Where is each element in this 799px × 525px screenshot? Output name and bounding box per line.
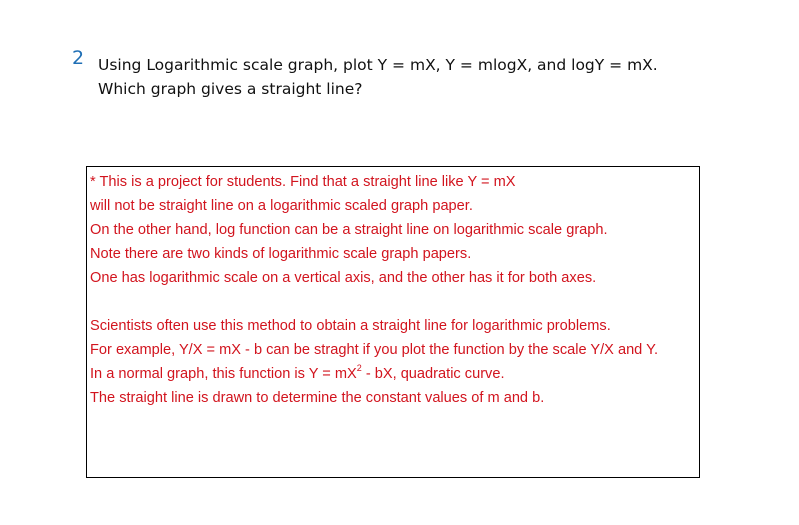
note-line-9: The straight line is drawn to determine … xyxy=(90,390,545,406)
question-line-2: Which graph gives a straight line? xyxy=(98,80,363,98)
exponent: 2 xyxy=(356,363,362,374)
note-line-1: * This is a project for students. Find t… xyxy=(90,174,516,190)
question-text: Using Logarithmic scale graph, plot Y = … xyxy=(98,53,718,101)
question-line-1: Using Logarithmic scale graph, plot Y = … xyxy=(98,56,658,74)
note-box: * This is a project for students. Find t… xyxy=(86,166,700,478)
quadratic-suffix: - bX, quadratic curve. xyxy=(361,366,505,382)
note-line-3: On the other hand, log function can be a… xyxy=(90,222,608,238)
note-line-5: One has logarithmic scale on a vertical … xyxy=(90,270,597,286)
quadratic-prefix: In a normal graph, this function is Y = … xyxy=(90,366,357,382)
question-number: 2 xyxy=(72,47,85,69)
note-line-4: Note there are two kinds of logarithmic … xyxy=(90,246,472,262)
note-line-8: In a normal graph, this function is Y = … xyxy=(90,363,505,383)
note-line-2: will not be straight line on a logarithm… xyxy=(90,198,473,214)
note-line-6: Scientists often use this method to obta… xyxy=(90,318,611,334)
note-line-7: For example, Y/X = mX - b can be straght… xyxy=(90,342,659,358)
